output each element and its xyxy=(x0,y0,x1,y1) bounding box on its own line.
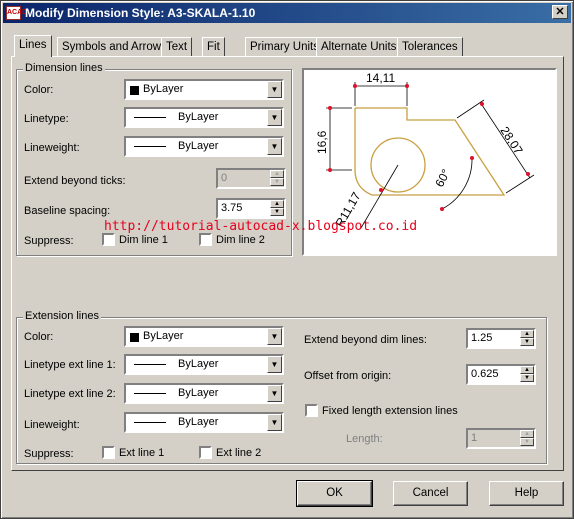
close-button[interactable]: ✕ xyxy=(552,5,568,19)
offset-from-origin-label: Offset from origin: xyxy=(304,370,392,382)
spin-down-icon[interactable]: ▼ xyxy=(270,178,284,186)
dialog-window: ACAD Modify Dimension Style: A3-SKALA-1.… xyxy=(0,0,574,519)
ext-color-label: Color: xyxy=(24,331,54,343)
length-spinner[interactable]: 1 ▲ ▼ xyxy=(466,428,536,449)
dim-line-1-label: Dim line 1 xyxy=(119,234,168,246)
chevron-down-icon[interactable]: ▼ xyxy=(267,81,282,98)
ext-line-2-label: Ext line 2 xyxy=(216,447,262,459)
baseline-spacing-value: 3.75 xyxy=(221,202,243,214)
cancel-button[interactable]: Cancel xyxy=(393,481,468,506)
ok-button[interactable]: OK xyxy=(296,480,373,507)
chevron-down-icon[interactable]: ▼ xyxy=(267,414,282,431)
spin-down-icon[interactable]: ▼ xyxy=(520,338,534,346)
spin-up-icon[interactable]: ▲ xyxy=(270,170,284,178)
tab-primary-units[interactable]: Primary Units xyxy=(245,37,325,56)
ext-suppress-label: Suppress: xyxy=(24,448,74,460)
extend-beyond-ticks-label: Extend beyond ticks: xyxy=(24,175,126,187)
dim-top-text: 14,11 xyxy=(366,71,395,85)
help-button[interactable]: Help xyxy=(489,481,564,506)
offset-from-origin-spinner[interactable]: 0.625 ▲ ▼ xyxy=(466,364,536,385)
spin-down-icon[interactable]: ▼ xyxy=(270,208,284,216)
chevron-down-icon[interactable]: ▼ xyxy=(267,109,282,126)
extend-beyond-ticks-value: 0 xyxy=(221,172,228,184)
dim-color-label: Color: xyxy=(24,84,54,96)
ext-line-2-checkbox[interactable] xyxy=(199,446,212,459)
tab-fit[interactable]: Fit xyxy=(202,37,225,56)
dim-color-value: ByLayer xyxy=(143,83,184,95)
spin-up-icon[interactable]: ▲ xyxy=(520,430,534,438)
title-bar: ACAD Modify Dimension Style: A3-SKALA-1.… xyxy=(3,3,571,23)
dim-suppress-label: Suppress: xyxy=(24,235,74,247)
dim-right-text: 28,07 xyxy=(497,124,525,157)
ext-color-value: ByLayer xyxy=(143,330,184,342)
extend-beyond-dim-label: Extend beyond dim lines: xyxy=(304,334,427,346)
extension-lines-legend: Extension lines xyxy=(23,310,101,322)
length-label: Length: xyxy=(346,433,383,445)
dim-line-2-label: Dim line 2 xyxy=(216,234,265,246)
dim-linetype-label: Linetype: xyxy=(24,113,69,125)
linetype-ext-2-label: Linetype ext line 2: xyxy=(24,388,116,400)
chevron-down-icon[interactable]: ▼ xyxy=(267,328,282,345)
ext-lineweight-label: Lineweight: xyxy=(24,419,80,431)
baseline-spacing-spinner[interactable]: 3.75 ▲ ▼ xyxy=(216,198,286,219)
watermark-url: http://tutorial-autocad-x.blogspot.co.id xyxy=(104,219,418,234)
window-title: Modify Dimension Style: A3-SKALA-1.10 xyxy=(25,6,256,20)
baseline-spacing-label: Baseline spacing: xyxy=(24,205,111,217)
spin-up-icon[interactable]: ▲ xyxy=(270,200,284,208)
geometry-outline xyxy=(354,108,408,196)
line-sample xyxy=(134,146,166,147)
linetype-ext-2-select[interactable]: ByLayer ▼ xyxy=(124,383,284,404)
fixed-length-label: Fixed length extension lines xyxy=(322,405,458,417)
dim-linetype-select[interactable]: ByLayer ▼ xyxy=(124,107,284,128)
spin-up-icon[interactable]: ▲ xyxy=(520,330,534,338)
dim-line-1-checkbox[interactable] xyxy=(102,233,115,246)
line-sample xyxy=(134,117,166,118)
linetype-ext-1-value: ByLayer xyxy=(178,358,219,370)
line-sample xyxy=(134,364,166,365)
linetype-ext-1-label: Linetype ext line 1: xyxy=(24,359,116,371)
spin-down-icon[interactable]: ▼ xyxy=(520,374,534,382)
offset-from-origin-value: 0.625 xyxy=(471,368,499,380)
spin-up-icon[interactable]: ▲ xyxy=(520,366,534,374)
chevron-down-icon[interactable]: ▼ xyxy=(267,356,282,373)
linetype-ext-2-value: ByLayer xyxy=(178,387,219,399)
dim-lineweight-value: ByLayer xyxy=(178,140,219,152)
extend-beyond-dim-value: 1.25 xyxy=(471,332,493,344)
dim-color-select[interactable]: ByLayer ▼ xyxy=(124,79,284,100)
dim-lineweight-select[interactable]: ByLayer ▼ xyxy=(124,136,284,157)
linetype-ext-1-select[interactable]: ByLayer ▼ xyxy=(124,354,284,375)
color-swatch xyxy=(130,333,139,342)
ext-lineweight-select[interactable]: ByLayer ▼ xyxy=(124,412,284,433)
extend-beyond-dim-spinner[interactable]: 1.25 ▲ ▼ xyxy=(466,328,536,349)
tab-symbols-and-arrows[interactable]: Symbols and Arrows xyxy=(57,37,172,56)
line-sample xyxy=(134,422,166,423)
ext-lineweight-value: ByLayer xyxy=(178,416,219,428)
color-swatch xyxy=(130,86,139,95)
tab-tolerances[interactable]: Tolerances xyxy=(397,37,463,56)
extend-beyond-ticks-spinner[interactable]: 0 ▲ ▼ xyxy=(216,168,286,189)
fixed-length-checkbox[interactable] xyxy=(305,404,318,417)
ext-line-1-label: Ext line 1 xyxy=(119,447,165,459)
dim-line-2-checkbox[interactable] xyxy=(199,233,212,246)
dim-lineweight-label: Lineweight: xyxy=(24,142,80,154)
chevron-down-icon[interactable]: ▼ xyxy=(267,138,282,155)
autocad-app-icon: ACAD xyxy=(6,6,27,20)
dim-left-text: 16,6 xyxy=(315,130,329,154)
spin-down-icon[interactable]: ▼ xyxy=(520,438,534,446)
dim-angle-text: 60° xyxy=(432,167,453,190)
ext-line-1-checkbox[interactable] xyxy=(102,446,115,459)
line-sample xyxy=(134,393,166,394)
tab-lines[interactable]: Lines xyxy=(14,35,52,57)
dimension-lines-legend: Dimension lines xyxy=(23,62,105,74)
dim-linetype-value: ByLayer xyxy=(178,111,219,123)
tab-alternate-units[interactable]: Alternate Units xyxy=(316,37,402,56)
ext-color-select[interactable]: ByLayer ▼ xyxy=(124,326,284,347)
length-value: 1 xyxy=(471,432,478,444)
chevron-down-icon[interactable]: ▼ xyxy=(267,385,282,402)
tab-text[interactable]: Text xyxy=(161,37,193,56)
